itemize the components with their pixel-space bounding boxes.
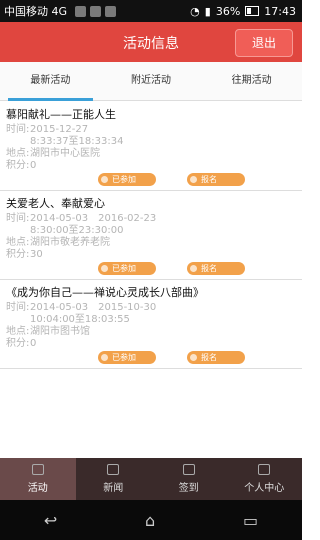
list-item[interactable]: 《成为你自己——禅说心灵成长八部曲》 时间:2014-05-03 2015-10… <box>0 280 302 369</box>
nav-profile[interactable]: 个人中心 <box>227 458 303 500</box>
clock: 17:43 <box>264 4 296 18</box>
activity-hours: 8:30:00至23:30:00 <box>30 225 124 236</box>
activity-date: 2014-05-03 2016-02-23 <box>30 213 157 224</box>
place-label: 地点: <box>6 326 30 337</box>
nav-label: 签到 <box>178 483 199 494</box>
profile-icon <box>258 464 271 475</box>
activity-place: 湖阳市图书馆 <box>30 326 90 337</box>
nav-checkin[interactable]: 签到 <box>151 458 227 500</box>
activities-icon <box>31 464 44 475</box>
home-icon[interactable]: ⌂ <box>145 511 155 530</box>
joined-button[interactable]: 已参加 <box>98 262 156 275</box>
nav-label: 新闻 <box>103 483 124 494</box>
nav-news[interactable]: 新闻 <box>76 458 152 500</box>
activity-place: 湖阳市敬老养老院 <box>30 237 110 248</box>
tab-latest[interactable]: 最新活动 <box>0 62 101 101</box>
activity-points: 30 <box>30 249 43 260</box>
place-label: 地点: <box>6 237 30 248</box>
activity-list: 慕阳献礼——正能人生 时间:2015-12-27 8:33:37至18:33:3… <box>0 102 302 369</box>
place-label: 地点: <box>6 148 30 159</box>
app-header: 活动信息 退出 <box>0 22 302 62</box>
tab-nearby[interactable]: 附近活动 <box>101 62 202 100</box>
activity-hours: 8:33:37至18:33:34 <box>30 136 124 147</box>
nav-label: 活动 <box>27 483 48 494</box>
activity-place: 湖阳市中心医院 <box>30 148 100 159</box>
nav-label: 个人中心 <box>244 483 285 494</box>
activity-meta: 时间:2015-12-27 8:33:37至18:33:34 地点:湖阳市中心医… <box>6 124 123 172</box>
bottom-nav: 活动 新闻 签到 个人中心 <box>0 458 302 500</box>
activity-meta: 时间:2014-05-03 2016-02-23 8:30:00至23:30:0… <box>6 213 156 261</box>
signup-button[interactable]: 报名 <box>187 173 245 186</box>
time-label: 时间: <box>6 124 30 135</box>
carrier-label: 中国移动 4G <box>4 5 68 18</box>
list-item[interactable]: 关爱老人、奉献爱心 时间:2014-05-03 2016-02-23 8:30:… <box>0 191 302 280</box>
checkin-icon <box>182 464 195 475</box>
notification-icon <box>75 5 87 17</box>
points-label: 积分: <box>6 338 30 349</box>
battery-icon <box>245 6 260 16</box>
tab-bar: 最新活动 附近活动 往期活动 <box>0 62 302 101</box>
activity-name: 关爱老人、奉献爱心 <box>6 197 105 210</box>
recent-apps-icon[interactable]: ▭ <box>243 511 258 530</box>
nav-activities[interactable]: 活动 <box>0 458 76 500</box>
signup-button[interactable]: 报名 <box>187 351 245 364</box>
list-item[interactable]: 慕阳献礼——正能人生 时间:2015-12-27 8:33:37至18:33:3… <box>0 102 302 191</box>
wifi-icon: ◔ <box>190 4 200 18</box>
points-label: 积分: <box>6 160 30 171</box>
system-nav-bar: ↩ ⌂ ▭ <box>0 500 302 540</box>
time-label: 时间: <box>6 302 30 313</box>
back-icon[interactable]: ↩ <box>44 511 57 530</box>
notification-icon <box>105 5 117 17</box>
joined-button[interactable]: 已参加 <box>98 173 156 186</box>
battery-percent: 36% <box>215 4 241 18</box>
tab-past[interactable]: 往期活动 <box>201 62 302 100</box>
signup-button[interactable]: 报名 <box>187 262 245 275</box>
activity-points: 0 <box>30 160 37 171</box>
activity-name: 慕阳献礼——正能人生 <box>6 108 116 121</box>
activity-meta: 时间:2014-05-03 2015-10-30 10:04:00至18:03:… <box>6 302 156 350</box>
activity-name: 《成为你自己——禅说心灵成长八部曲》 <box>6 286 204 299</box>
time-label: 时间: <box>6 213 30 224</box>
logout-button[interactable]: 退出 <box>235 29 293 57</box>
points-label: 积分: <box>6 249 30 260</box>
status-bar: 中国移动 4G ◔ ▮ 36% 17:43 <box>0 0 302 22</box>
activity-points: 0 <box>30 338 37 349</box>
notification-icons <box>75 5 117 17</box>
news-icon <box>107 464 120 475</box>
activity-date: 2014-05-03 2015-10-30 <box>30 302 157 313</box>
activity-date: 2015-12-27 <box>30 124 89 135</box>
notification-icon <box>90 5 102 17</box>
activity-hours: 10:04:00至18:03:55 <box>30 314 130 325</box>
joined-button[interactable]: 已参加 <box>98 351 156 364</box>
signal-icon: ▮ <box>204 4 211 18</box>
